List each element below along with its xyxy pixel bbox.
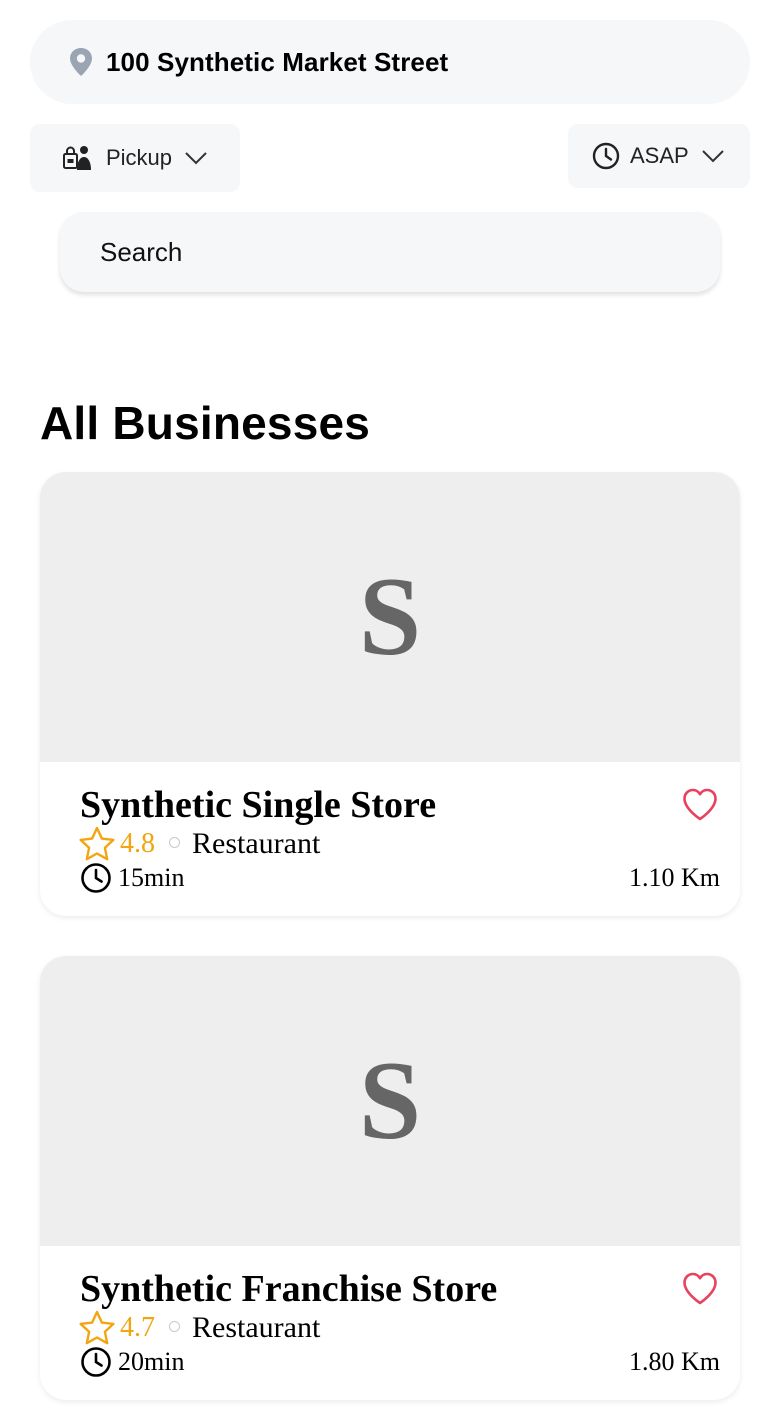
address-text: 100 Synthetic Market Street xyxy=(106,46,449,77)
order-type-label: Pickup xyxy=(106,145,173,170)
business-eta: 20min xyxy=(118,1347,185,1376)
business-info: Synthetic Single Store 4.8 Restaurant 15… xyxy=(40,762,740,894)
favorite-heart-icon[interactable] xyxy=(682,788,718,822)
clock-icon xyxy=(80,1346,112,1378)
business-eta-group: 15min xyxy=(80,862,184,894)
business-eta-group: 20min xyxy=(80,1346,184,1378)
business-initial: S xyxy=(358,555,422,679)
business-category: Restaurant xyxy=(192,827,321,860)
section-title: All Businesses xyxy=(40,397,371,449)
chevron-down-icon xyxy=(184,150,208,166)
business-info: Synthetic Franchise Store 4.7 Restaurant xyxy=(40,1246,740,1378)
favorite-heart-icon[interactable] xyxy=(682,1272,718,1306)
address-selector[interactable]: 100 Synthetic Market Street xyxy=(30,20,750,104)
business-meta: 4.7 Restaurant xyxy=(78,1310,720,1346)
app-page: 100 Synthetic Market Street Pickup ASAP … xyxy=(0,0,780,1424)
time-label: ASAP xyxy=(630,143,689,168)
business-cover: S xyxy=(40,956,740,1246)
business-bottom-row: 20min 1.80 Km xyxy=(80,1346,720,1378)
business-card[interactable]: S Synthetic Single Store 4.8 Restaurant xyxy=(40,472,740,916)
separator-dot xyxy=(169,836,180,848)
order-type-dropdown[interactable]: Pickup xyxy=(30,124,240,192)
business-initial: S xyxy=(358,1039,422,1163)
star-icon xyxy=(78,826,116,862)
search-input[interactable] xyxy=(100,236,680,268)
business-name: Synthetic Single Store xyxy=(80,784,437,826)
pickup-bag-icon xyxy=(62,144,92,172)
business-distance: 1.10 Km xyxy=(629,863,720,892)
chevron-down-icon xyxy=(701,148,725,164)
separator-dot xyxy=(169,1320,180,1332)
business-bottom-row: 15min 1.10 Km xyxy=(80,862,720,894)
clock-icon xyxy=(592,142,620,170)
business-distance: 1.80 Km xyxy=(629,1347,720,1376)
clock-icon xyxy=(80,862,112,894)
star-icon xyxy=(78,1310,116,1346)
search-bar xyxy=(60,212,720,292)
business-name: Synthetic Franchise Store xyxy=(80,1268,498,1310)
location-pin-icon xyxy=(68,47,94,77)
business-category: Restaurant xyxy=(192,1311,321,1344)
business-rating: 4.8 xyxy=(120,828,155,859)
business-eta: 15min xyxy=(118,863,185,892)
business-meta: 4.8 Restaurant xyxy=(78,826,720,862)
delivery-time-dropdown[interactable]: ASAP xyxy=(568,124,750,188)
business-cover: S xyxy=(40,472,740,762)
business-rating: 4.7 xyxy=(120,1312,155,1343)
business-card[interactable]: S Synthetic Franchise Store 4.7 Restaura… xyxy=(40,956,740,1400)
